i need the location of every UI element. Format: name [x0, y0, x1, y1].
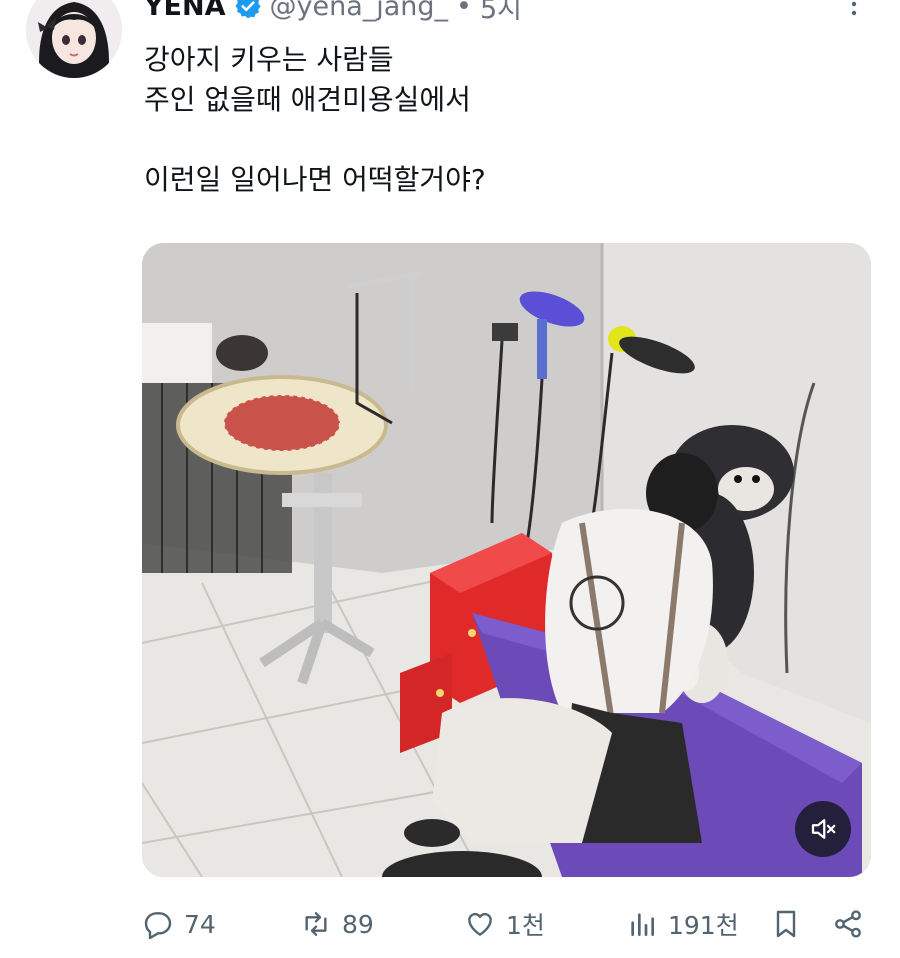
author-avatar[interactable] [26, 0, 122, 78]
tweet-line-4: 이런일 일어나면 어떡할거야? [144, 163, 486, 196]
tweet-action-bar: 74 89 1천 191천 [142, 897, 868, 951]
separator-dot: • [456, 0, 472, 22]
reply-count: 74 [184, 909, 216, 939]
more-options-icon[interactable] [842, 0, 866, 24]
verified-badge-icon [234, 0, 262, 20]
tweet-line-3 [144, 120, 864, 160]
retweet-count: 89 [342, 909, 374, 939]
tweet-line-1: 강아지 키우는 사람들 [144, 43, 394, 76]
views-button[interactable]: 191천 [626, 906, 739, 942]
author-handle[interactable]: @yena_jang_ [270, 0, 449, 22]
analytics-icon [631, 913, 654, 936]
view-count: 191천 [668, 911, 739, 940]
tweet-text: 강아지 키우는 사람들 주인 없을때 애견미용실에서 이런일 일어나면 어떡할거… [144, 40, 864, 200]
reply-button[interactable]: 74 [142, 908, 216, 940]
like-count: 1천 [506, 911, 545, 940]
tweet-video[interactable] [142, 243, 871, 877]
heart-icon [468, 912, 492, 936]
bookmark-button[interactable] [770, 908, 802, 940]
retweet-button[interactable]: 89 [300, 908, 374, 940]
share-button[interactable] [832, 908, 864, 940]
tweet-time[interactable]: 5시 [480, 0, 522, 26]
reply-icon [144, 912, 172, 940]
volume-muted-icon [811, 819, 836, 839]
mute-toggle-button[interactable] [795, 801, 851, 857]
author-name[interactable]: YENA [144, 0, 226, 22]
video-frame-illustration [142, 243, 871, 877]
tweet-line-2: 주인 없을때 애견미용실에서 [144, 83, 471, 116]
bookmark-icon [776, 910, 796, 938]
like-button[interactable]: 1천 [464, 906, 545, 942]
tweet-header: YENA @yena_jang_ • 5시 [144, 0, 522, 26]
retweet-icon [305, 912, 327, 936]
share-icon [835, 910, 861, 938]
